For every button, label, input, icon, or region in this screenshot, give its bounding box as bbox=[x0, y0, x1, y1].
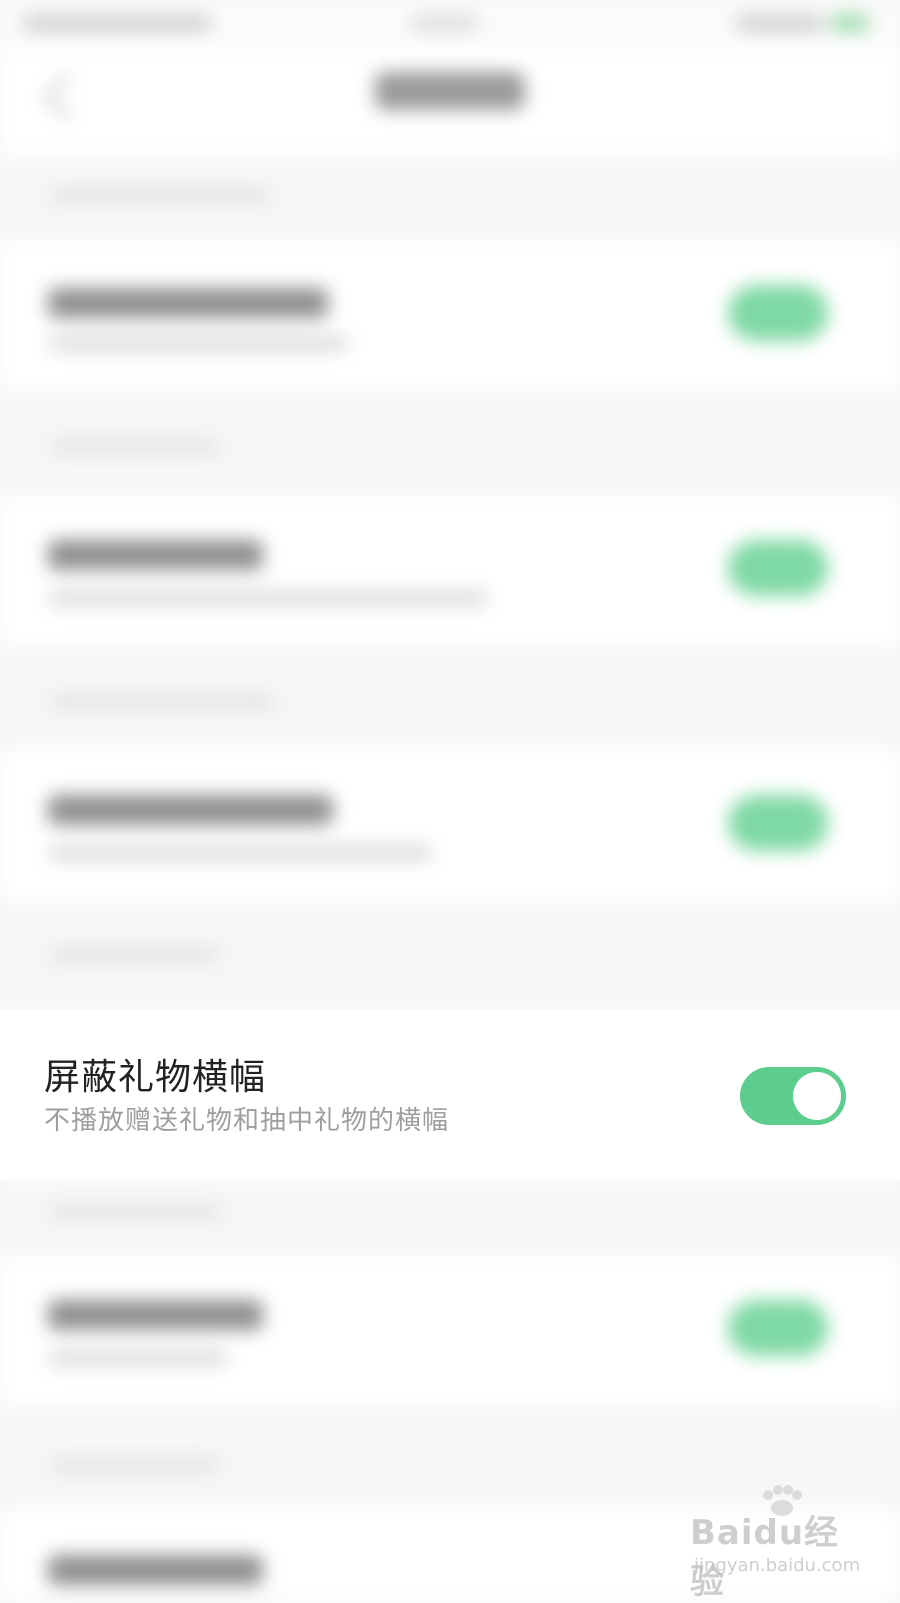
watermark-url: jingyan.baidu.com bbox=[694, 1555, 861, 1576]
setting-toggle[interactable] bbox=[728, 540, 828, 596]
setting-title bbox=[48, 288, 328, 318]
setting-toggle[interactable] bbox=[728, 1300, 828, 1356]
status-carrier bbox=[22, 14, 212, 32]
setting-description bbox=[48, 1350, 228, 1366]
setting-title bbox=[48, 540, 263, 570]
setting-description bbox=[48, 590, 488, 606]
setting-row[interactable] bbox=[0, 750, 900, 900]
setting-description bbox=[48, 335, 348, 351]
section-header bbox=[50, 188, 270, 202]
status-center bbox=[410, 14, 480, 32]
toggle-knob bbox=[793, 1072, 841, 1120]
setting-description bbox=[48, 845, 433, 861]
section-header bbox=[50, 948, 220, 962]
setting-toggle[interactable] bbox=[728, 795, 828, 851]
setting-title: 屏蔽礼物横幅 bbox=[44, 1057, 267, 1098]
section-header bbox=[50, 1205, 220, 1219]
watermark-brand: Baidu经验 bbox=[690, 1513, 840, 1602]
section-header bbox=[50, 440, 220, 454]
watermark: Baidu经验 jingyan.baidu.com bbox=[690, 1485, 870, 1602]
setting-title bbox=[48, 1555, 263, 1585]
setting-row-block-gift-banner[interactable]: 屏蔽礼物横幅 不播放赠送礼物和抽中礼物的横幅 bbox=[0, 1010, 900, 1180]
setting-title bbox=[48, 1300, 263, 1330]
setting-row[interactable] bbox=[0, 1255, 900, 1405]
setting-row[interactable] bbox=[0, 240, 900, 390]
block-gift-banner-toggle[interactable] bbox=[740, 1067, 846, 1125]
setting-title bbox=[48, 795, 333, 825]
blurred-background bbox=[0, 0, 900, 1600]
section-header bbox=[50, 1458, 220, 1472]
status-bar bbox=[0, 0, 900, 48]
status-time bbox=[735, 14, 825, 32]
setting-description: 不播放赠送礼物和抽中礼物的横幅 bbox=[44, 1106, 450, 1136]
battery-icon bbox=[830, 14, 870, 32]
page-title bbox=[375, 72, 525, 110]
setting-toggle[interactable] bbox=[728, 285, 828, 341]
section-header bbox=[50, 695, 275, 709]
setting-row[interactable] bbox=[0, 495, 900, 645]
